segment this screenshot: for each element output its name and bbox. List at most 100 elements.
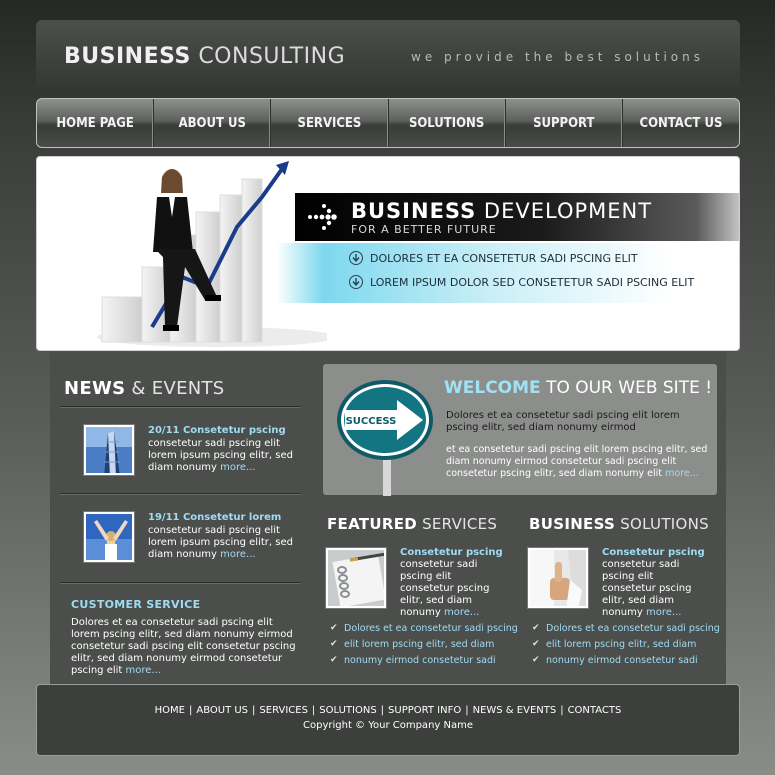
notebook-pen-thumbnail[interactable] [326,548,386,608]
banner-subtitle: FOR A BETTER FUTURE [351,223,497,236]
logo-thin: CONSULTING [198,44,346,69]
banner-title-bold: BUSINESS [351,199,477,223]
featured-services-heading: FEATURED SERVICES [327,515,497,533]
welcome-heading-bold: WELCOME [444,378,541,398]
success-sign-text: SUCCESS [346,416,397,427]
welcome-intro: Dolores et ea consetetur sadi pscing eli… [446,410,680,433]
nav-services[interactable]: SERVICES [271,99,389,147]
more-link[interactable]: more... [665,468,699,479]
news-heading-bold: NEWS [64,378,126,399]
banner-title-thin: DEVELOPMENT [483,199,653,223]
banner-bullet-text: DOLORES ET EA CONSETETUR SADI PSCING ELI… [370,251,638,265]
nav-about-us[interactable]: ABOUT US [154,99,272,147]
footer-link-news-events[interactable]: NEWS & EVENTS [473,705,557,716]
site-logo[interactable]: BUSINESS CONSULTING [64,44,345,69]
divider [60,582,301,583]
welcome-box: SUCCESS WELCOME TO OUR WEB SITE ! Dolore… [323,364,717,496]
list-item[interactable]: ✔ nonumy eirmod consetetur sadi [532,652,720,668]
dotted-arrow-icon [308,204,337,230]
featured-list: ✔ Dolores et ea consetetur sadi pscing ✔ e… [330,620,518,668]
circle-down-arrow-icon [349,275,363,289]
site-header: BUSINESS CONSULTING we provide the best … [36,20,740,92]
site-tagline: we provide the best solutions [411,50,704,64]
list-item-text: elit lorem pscing elitr, sed diam [344,638,495,650]
check-icon: ✔ [532,623,540,633]
banner-title: BUSINESS DEVELOPMENT [351,199,652,223]
nav-solutions[interactable]: SOLUTIONS [389,99,506,147]
footer-separator: | [252,705,256,716]
welcome-body: et ea consetetur sadi pscing elit lorem … [446,444,708,480]
divider [60,406,301,407]
footer-separator: | [380,705,385,716]
list-item[interactable]: ✔ elit lorem pscing elitr, sed diam [330,636,518,652]
list-item[interactable]: ✔ nonumy eirmod consetetur sadi [330,652,518,668]
footer-separator: | [560,705,564,716]
nav-contact-us[interactable]: CONTACT US [623,99,739,147]
card-title[interactable]: Consetetur pscing [602,547,710,559]
circle-down-arrow-icon [349,251,363,265]
list-item-text: Dolores et ea consetetur sadi pscing [344,622,518,634]
featured-heading-bold: FEATURED [327,515,417,533]
business-card-text: Consetetur pscing consetetur sadi pscing… [602,547,710,619]
footer-link-contacts[interactable]: CONTACTS [568,705,622,716]
check-icon: ✔ [330,655,338,665]
site-footer: HOME | ABOUT US | SERVICES | SOLUTIONS | SUPPORT… [36,684,740,756]
more-link[interactable]: more... [220,462,255,473]
customer-service-text: Dolores et ea consetetur sadi pscing eli… [71,617,303,677]
list-item-text: Dolores et ea consetetur sadi pscing [546,622,720,634]
footer-separator: | [311,705,316,716]
list-item[interactable]: ✔ Dolores et ea consetetur sadi pscing [330,620,518,636]
more-link[interactable]: more... [126,665,161,676]
footer-link-support-info[interactable]: SUPPORT INFO [388,705,461,716]
card-title[interactable]: Consetetur pscing [400,547,508,559]
footer-link-services[interactable]: SERVICES [259,705,308,716]
check-icon: ✔ [532,639,540,649]
skyscraper-thumbnail[interactable] [84,425,134,475]
news-date[interactable]: 20/11 Consetetur pscing [148,425,308,437]
footer-separator: | [188,705,193,716]
welcome-heading: WELCOME TO OUR WEB SITE ! [444,378,712,398]
banner-bullets: DOLORES ET EA CONSETETUR SADI PSCING ELI… [277,243,739,303]
welcome-heading-thin: TO OUR WEB SITE ! [546,378,713,398]
list-item[interactable]: ✔ Dolores et ea consetetur sadi pscing [532,620,720,636]
check-icon: ✔ [330,623,338,633]
business-heading-thin: SOLUTIONS [620,515,709,533]
footer-link-solutions[interactable]: SOLUTIONS [319,705,376,716]
footer-separator: | [465,705,469,716]
news-heading-thin: & EVENTS [131,378,225,399]
banner-bullet: DOLORES ET EA CONSETETUR SADI PSCING ELI… [349,251,638,265]
banner-title-bar: BUSINESS DEVELOPMENT FOR A BETTER FUTURE [295,193,739,241]
list-item[interactable]: ✔ elit lorem pscing elitr, sed diam [532,636,720,652]
check-icon: ✔ [532,655,540,665]
more-link[interactable]: more... [444,607,479,618]
banner-bullet-text: LOREM IPSUM DOLOR SED CONSETETUR SADI PS… [370,275,695,289]
thumbs-up-thumbnail[interactable] [528,548,588,608]
list-item-text: elit lorem pscing elitr, sed diam [546,638,697,650]
featured-card-text: Consetetur pscing consetetur sadi pscing… [400,547,508,619]
featured-heading-thin: SERVICES [422,515,498,533]
more-link[interactable]: more... [646,607,681,618]
news-text: 20/11 Consetetur pscing consetetur sadi … [148,425,308,474]
business-list: ✔ Dolores et ea consetetur sadi pscing ✔ e… [532,620,720,668]
check-icon: ✔ [330,639,338,649]
success-sign-image: SUCCESS [337,380,433,496]
footer-link-about-us[interactable]: ABOUT US [196,705,248,716]
news-text: 19/11 Consetetur lorem consetetur sadi p… [148,512,308,561]
logo-bold: BUSINESS [64,44,191,69]
nav-support[interactable]: SUPPORT [506,99,623,147]
divider [60,493,301,494]
footer-nav: HOME | ABOUT US | SERVICES | SOLUTIONS | SUPPORT… [37,705,739,716]
nav-home-page[interactable]: HOME PAGE [37,99,155,147]
main-nav: HOME PAGE ABOUT US SERVICES SOLUTIONS SU… [36,98,740,148]
woman-raising-arms-thumbnail[interactable] [84,512,134,562]
list-item-text: nonumy eirmod consetetur sadi [546,654,698,666]
business-solutions-heading: BUSINESS SOLUTIONS [529,515,709,533]
news-date[interactable]: 19/11 Consetetur lorem [148,512,308,524]
copyright-text: Copyright © Your Company Name [303,720,473,731]
customer-service-heading: CUSTOMER SERVICE [71,598,201,611]
more-link[interactable]: more... [220,549,255,560]
footer-link-home[interactable]: HOME [155,705,185,716]
business-heading-bold: BUSINESS [529,515,616,533]
customer-service-body: Dolores et ea consetetur sadi pscing eli… [71,617,296,676]
banner-bullet: LOREM IPSUM DOLOR SED CONSETETUR SADI PS… [349,275,694,289]
